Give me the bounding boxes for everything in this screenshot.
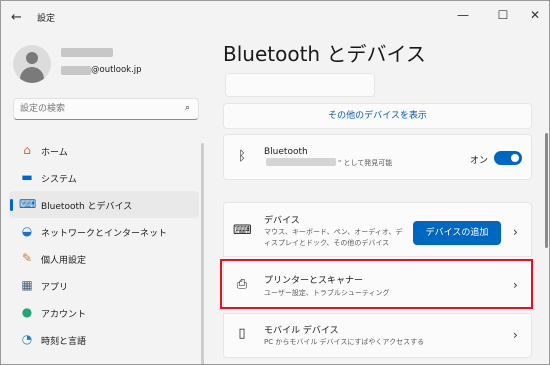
apps-icon: ▦	[21, 278, 33, 292]
sidebar-item-label: アプリ	[41, 283, 69, 293]
keyboard-icon: ⌨	[233, 223, 252, 238]
toggle-knob	[511, 154, 519, 162]
sidebar-item-label: ネットワークとインターネット	[41, 229, 168, 239]
user-avatar[interactable]	[13, 45, 51, 83]
brush-icon: ✎	[21, 251, 33, 265]
add-device-button[interactable]: デバイスの追加	[413, 221, 501, 245]
sidebar-item-label: ホーム	[41, 148, 68, 158]
sidebar-item-label: アカウント	[41, 310, 87, 320]
sidebar-item-label: Bluetooth とデバイス	[41, 202, 133, 212]
user-email-redacted	[61, 66, 91, 75]
settings-search[interactable]: ⌕	[13, 98, 199, 120]
account-icon: ●	[21, 305, 33, 319]
device-tile-empty	[225, 73, 375, 97]
more-devices-link[interactable]: その他のデバイスを表示	[223, 103, 532, 129]
sidebar-item-personalization[interactable]: ✎ 個人用設定	[9, 245, 199, 272]
sidebar-item-time-language[interactable]: ◔ 時刻と言語	[9, 326, 199, 353]
sidebar-nav: ⌂ ホーム ▬ システム ⌨ Bluetooth とデバイス ◒ ネットワークと…	[9, 137, 199, 353]
minimize-button[interactable]: —	[451, 8, 475, 26]
bluetooth-devices-icon: ⌨	[19, 197, 37, 211]
wifi-icon: ◒	[21, 224, 33, 238]
chevron-right-icon[interactable]: ›	[513, 328, 518, 342]
toggle-state-label: オン	[470, 156, 489, 166]
settings-window: ← 設定 — ☐ ✕ @outlook.jp ⌕ ⌂ ホーム ▬ システム ⌨ …	[0, 0, 550, 365]
close-button[interactable]: ✕	[523, 8, 547, 26]
device-name-redacted	[266, 158, 336, 166]
user-email: @outlook.jp	[91, 65, 142, 75]
phone-icon: ▯	[238, 326, 246, 341]
devices-subtitle: マウス、キーボード、ペン、オーディオ、ディスプレイとドック、その他のデバイス	[264, 228, 403, 247]
sidebar-item-bluetooth[interactable]: ⌨ Bluetooth とデバイス	[9, 191, 199, 218]
user-name-redacted	[61, 48, 113, 57]
sidebar-item-system[interactable]: ▬ システム	[9, 164, 199, 191]
devices-title: デバイス	[264, 216, 300, 226]
bluetooth-subtitle: " として発見可能	[338, 159, 393, 167]
highlight-box	[220, 259, 533, 309]
chevron-right-icon[interactable]: ›	[513, 225, 518, 239]
sidebar-item-network[interactable]: ◒ ネットワークとインターネット	[9, 218, 199, 245]
search-icon[interactable]: ⌕	[185, 103, 190, 113]
back-arrow-icon[interactable]: ←	[11, 10, 22, 25]
mobile-title: モバイル デバイス	[264, 326, 339, 336]
sidebar-item-label: 時刻と言語	[41, 337, 87, 347]
sidebar-item-home[interactable]: ⌂ ホーム	[9, 137, 199, 164]
system-icon: ▬	[21, 170, 33, 184]
title-bar: ← 設定 — ☐ ✕	[1, 1, 549, 33]
maximize-button[interactable]: ☐	[491, 8, 515, 26]
sidebar-item-apps[interactable]: ▦ アプリ	[9, 272, 199, 299]
sidebar-item-label: システム	[41, 175, 77, 185]
main-scrollbar[interactable]	[545, 133, 548, 248]
page-title: Bluetooth とデバイス	[223, 42, 426, 66]
sidebar-item-label: 個人用設定	[41, 256, 87, 266]
bluetooth-title: Bluetooth	[264, 147, 308, 157]
time-language-icon: ◔	[21, 332, 33, 346]
bluetooth-toggle[interactable]	[494, 151, 522, 165]
app-title: 設定	[37, 14, 56, 24]
home-icon: ⌂	[23, 143, 31, 157]
search-input[interactable]	[20, 102, 180, 116]
bluetooth-icon: ᛒ	[238, 149, 246, 164]
sidebar-scrollbar[interactable]	[201, 143, 204, 364]
mobile-subtitle: PC からモバイル デバイスにすばやくアクセスする	[264, 338, 425, 346]
sidebar-item-accounts[interactable]: ● アカウント	[9, 299, 199, 326]
